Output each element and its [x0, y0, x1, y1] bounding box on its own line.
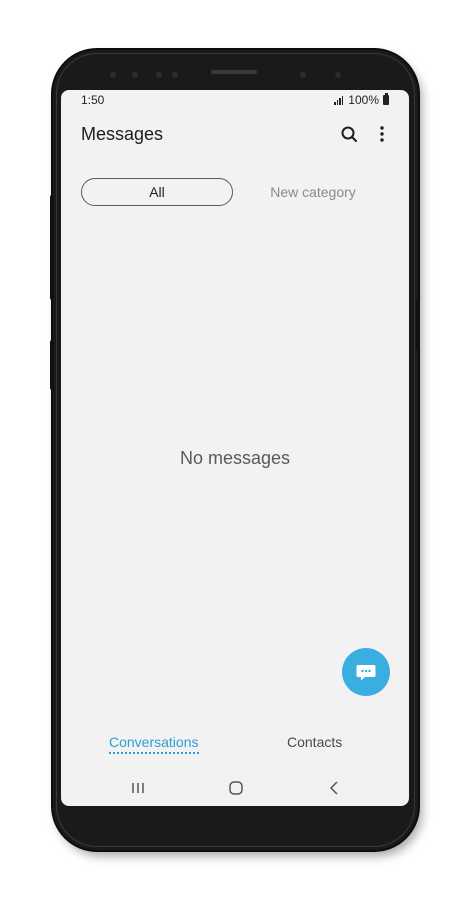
status-indicators: 100% [334, 93, 389, 107]
recent-apps-icon [132, 783, 144, 793]
front-sensor [110, 72, 116, 78]
compose-message-icon [356, 665, 376, 681]
bixby-button [50, 195, 54, 300]
home-button[interactable] [224, 776, 248, 800]
battery-icon [383, 93, 389, 105]
category-tab-all[interactable]: All [81, 178, 233, 206]
back-icon [329, 781, 338, 795]
signal-icon [334, 95, 344, 105]
more-vertical-icon [380, 126, 384, 142]
power-button [416, 300, 420, 350]
front-sensor [172, 72, 178, 78]
navigation-bar [61, 770, 409, 806]
home-icon [229, 781, 243, 795]
empty-state-text: No messages [179, 448, 291, 468]
tab-conversations[interactable]: Conversations [109, 734, 199, 754]
iris-sensor [300, 72, 306, 78]
compose-button[interactable] [342, 648, 390, 696]
page-title: Messages [81, 124, 164, 144]
front-camera [132, 72, 138, 78]
status-time: 1:50 [81, 93, 105, 107]
status-bar: 1:50 100% [61, 90, 409, 110]
search-icon [341, 126, 357, 142]
battery-percentage: 100% [348, 93, 379, 107]
screen: 1:50 100% Messages All New category No m… [61, 90, 409, 806]
more-options-button[interactable] [375, 124, 389, 146]
back-button[interactable] [322, 776, 346, 800]
front-sensor [156, 72, 162, 78]
category-tab-new-category[interactable]: New category [241, 178, 385, 206]
earpiece-speaker [211, 70, 257, 74]
tab-contacts[interactable]: Contacts [287, 734, 342, 750]
volume-button [50, 340, 54, 390]
recent-apps-button[interactable] [126, 776, 150, 800]
proximity-sensor [335, 72, 341, 78]
search-button[interactable] [339, 124, 361, 146]
